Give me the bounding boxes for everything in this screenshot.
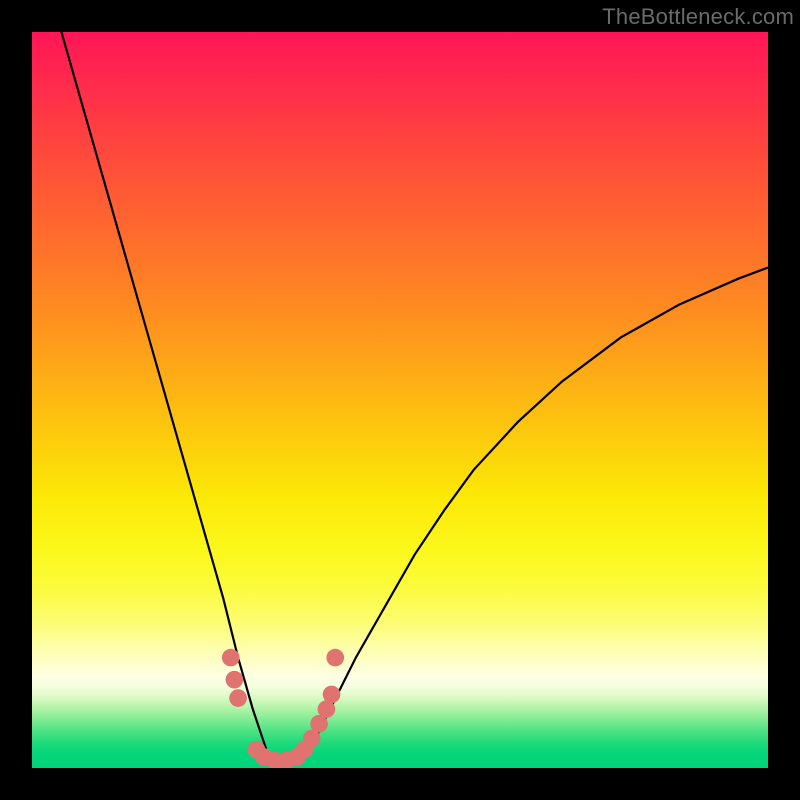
marker-dot xyxy=(326,649,344,667)
marker-dot xyxy=(323,686,341,704)
marker-dot xyxy=(226,671,244,689)
marker-dots-svg xyxy=(32,32,768,768)
plot-area xyxy=(32,32,768,768)
marker-dot xyxy=(229,689,247,707)
chart-frame: TheBottleneck.com xyxy=(0,0,800,800)
watermark-text: TheBottleneck.com xyxy=(602,4,794,30)
marker-dot xyxy=(222,649,240,667)
